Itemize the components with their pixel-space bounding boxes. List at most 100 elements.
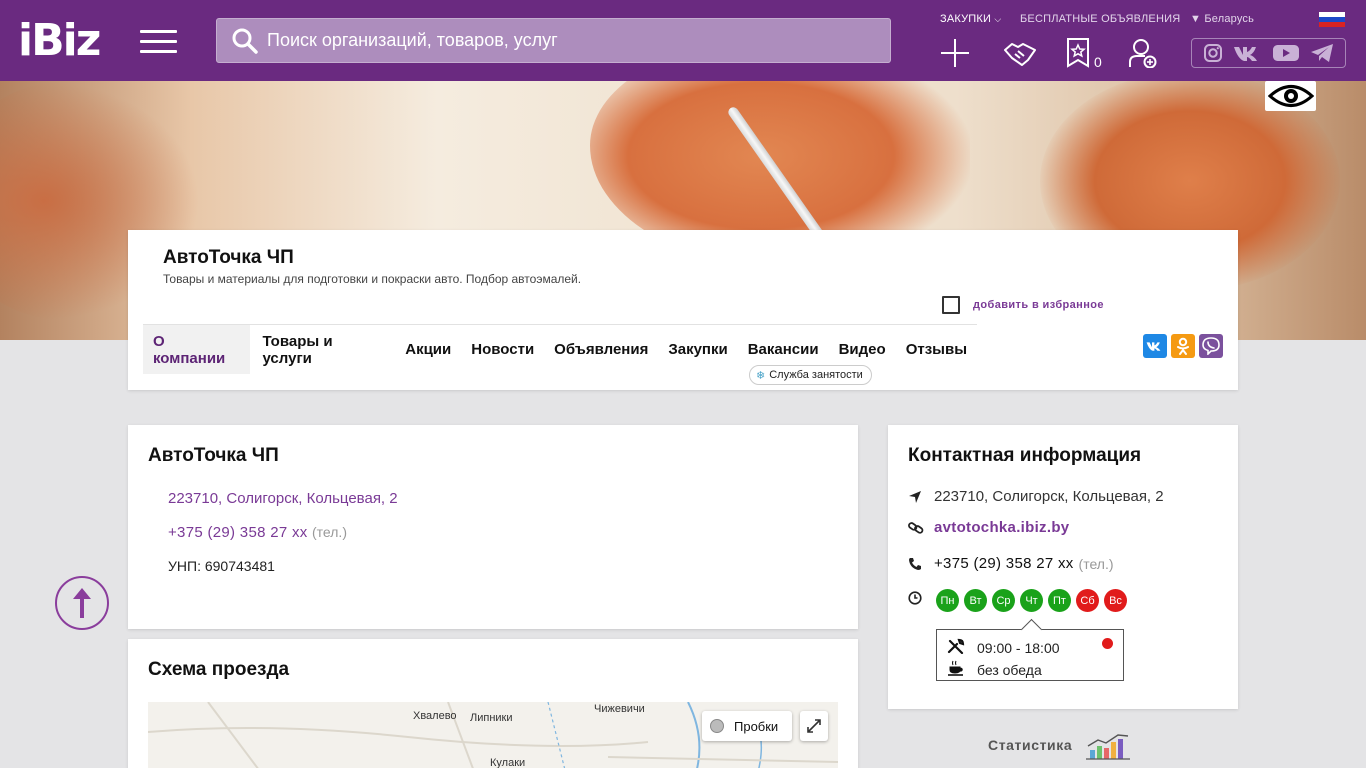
day-sunday[interactable]: Вс: [1104, 589, 1127, 612]
search-box[interactable]: [216, 18, 891, 63]
telegram-icon[interactable]: [1310, 43, 1334, 63]
map-place-label: Хвалево: [413, 710, 457, 722]
contact-phone[interactable]: +375 (29) 358 27 xx: [934, 555, 1074, 572]
instagram-icon[interactable]: [1203, 43, 1223, 63]
lunch-info: без обеда: [977, 661, 1042, 678]
about-address-link[interactable]: 223710, Солигорск, Кольцевая, 2: [168, 490, 398, 507]
location-pin-icon: ▼: [1190, 13, 1202, 25]
link-icon: [908, 521, 924, 534]
contact-address: 223710, Солигорск, Кольцевая, 2: [934, 488, 1164, 505]
about-card: АвтоТочка ЧП 223710, Солигорск, Кольцева…: [128, 425, 858, 629]
statistics-chart-icon: [1086, 734, 1131, 760]
vk-icon[interactable]: [1233, 43, 1263, 63]
odnoklassniki-icon: [1177, 337, 1189, 355]
accessibility-eye-button[interactable]: [1265, 81, 1316, 111]
favorites-star-icon[interactable]: [1066, 38, 1090, 68]
about-phone-number: +375 (29) 358 27 xx: [168, 524, 308, 541]
search-input[interactable]: [267, 30, 867, 51]
purchases-dropdown[interactable]: ЗАКУПКИ ⌵: [940, 13, 1001, 25]
day-monday[interactable]: Пн: [936, 589, 959, 612]
route-map[interactable]: Хвалево Липники Чижевичи Кулаки Пробки: [148, 702, 838, 768]
about-phone-link[interactable]: +375 (29) 358 27 xx (тел.): [168, 524, 347, 541]
day-friday[interactable]: Пт: [1048, 589, 1071, 612]
traffic-label: Пробки: [734, 718, 779, 734]
tab-ads[interactable]: Объявления: [544, 325, 658, 374]
add-to-favorites-checkbox[interactable]: добавить в избранное: [942, 296, 1104, 314]
phone-icon: [909, 557, 921, 570]
share-vk-button[interactable]: [1143, 334, 1167, 358]
employment-service-badge[interactable]: ❄ Служба занятости: [749, 365, 872, 385]
handshake-icon[interactable]: [1003, 38, 1037, 68]
contacts-title: Контактная информация: [908, 445, 1142, 466]
tab-news[interactable]: Новости: [461, 325, 544, 374]
about-phone-hint: (тел.): [312, 524, 347, 540]
traffic-light-icon: [710, 719, 724, 733]
website-link[interactable]: avtotochka.ibiz.by: [934, 519, 1069, 536]
day-saturday[interactable]: Сб: [1076, 589, 1099, 612]
menu-burger-button[interactable]: [140, 30, 177, 54]
user-add-icon[interactable]: [1128, 38, 1158, 68]
scroll-to-top-button[interactable]: [55, 576, 109, 630]
top-bar: iBiz ЗАКУПКИ ⌵ БЕСПЛАТНЫЕ ОБЪЯВЛЕНИЯ ▼ Б…: [0, 0, 1366, 81]
closed-status-dot: [1102, 638, 1113, 649]
russian-flag-icon[interactable]: [1319, 12, 1345, 27]
statistics-label: Статистика: [988, 737, 1073, 753]
vk-icon: [1146, 342, 1161, 351]
chevron-down-icon: ⌵: [994, 14, 1002, 24]
checkbox-box[interactable]: [942, 296, 960, 314]
about-title: АвтоТочка ЧП: [148, 445, 279, 466]
unp-number: УНП: 690743481: [168, 558, 275, 574]
tab-products[interactable]: Товары и услуги: [252, 325, 395, 374]
map-place-label: Чижевичи: [594, 703, 645, 715]
contact-phone-row: +375 (29) 358 27 xx (тел.): [908, 555, 1114, 572]
contact-address-row: 223710, Солигорск, Кольцевая, 2: [908, 488, 1164, 505]
contact-phone-hint: (тел.): [1078, 555, 1114, 572]
free-ads-link[interactable]: БЕСПЛАТНЫЕ ОБЪЯВЛЕНИЯ: [1020, 13, 1180, 25]
working-days: Пн Вт Ср Чт Пт Сб Вс: [936, 589, 1127, 612]
company-description: Товары и материалы для подготовки и покр…: [163, 272, 582, 286]
company-name: АвтоТочка ЧП: [163, 247, 294, 268]
tab-reviews[interactable]: Отзывы: [896, 325, 977, 374]
day-thursday[interactable]: Чт: [1020, 589, 1043, 612]
location-arrow-icon: [909, 490, 921, 503]
company-header-card: АвтоТочка ЧП Товары и материалы для подг…: [128, 230, 1238, 390]
purchases-label: ЗАКУПКИ: [940, 13, 992, 25]
schedule-tooltip: 09:00 - 18:00 без обеда: [936, 629, 1124, 681]
day-wednesday[interactable]: Ср: [992, 589, 1015, 612]
tools-icon: [947, 638, 965, 655]
day-tuesday[interactable]: Вт: [964, 589, 987, 612]
add-to-favorites-label: добавить в избранное: [973, 299, 1104, 311]
tab-about[interactable]: О компании: [143, 325, 251, 374]
contacts-card: Контактная информация 223710, Солигорск,…: [888, 425, 1238, 709]
map-place-label: Липники: [470, 712, 513, 724]
viber-icon: [1202, 337, 1220, 355]
coffee-cup-icon: [948, 660, 963, 676]
clock-icon: [908, 591, 922, 605]
work-hours-line: 09:00 - 18:00: [947, 638, 1060, 657]
site-logo[interactable]: iBiz: [18, 18, 101, 64]
contact-hours-row: [908, 591, 934, 605]
route-card: Схема проезда Хвалево Липники Чижевичи К…: [128, 639, 858, 768]
work-hours: 09:00 - 18:00: [977, 639, 1060, 656]
social-links: [1191, 38, 1346, 68]
youtube-icon[interactable]: [1272, 43, 1300, 63]
expand-icon: [807, 719, 821, 733]
lunch-line: без обеда: [947, 660, 1042, 679]
plus-icon[interactable]: [940, 38, 970, 68]
statistics-link[interactable]: Статистика: [988, 730, 1132, 760]
map-place-label: Кулаки: [490, 757, 526, 768]
eye-icon: [1267, 85, 1314, 107]
share-ok-button[interactable]: [1171, 334, 1195, 358]
employment-service-label: Служба занятости: [769, 369, 863, 381]
route-title: Схема проезда: [148, 659, 290, 680]
traffic-button[interactable]: Пробки: [702, 711, 793, 741]
map-fullscreen-button[interactable]: [800, 711, 828, 741]
tab-promotions[interactable]: Акции: [395, 325, 461, 374]
region-label: Беларусь: [1204, 13, 1255, 25]
tab-purchases[interactable]: Закупки: [658, 325, 737, 374]
search-icon: [232, 28, 258, 54]
arrow-up-icon: [73, 588, 91, 618]
region-selector[interactable]: ▼ Беларусь: [1190, 13, 1254, 25]
share-viber-button[interactable]: [1199, 334, 1223, 358]
contact-website-row: avtotochka.ibiz.by: [908, 519, 1069, 536]
